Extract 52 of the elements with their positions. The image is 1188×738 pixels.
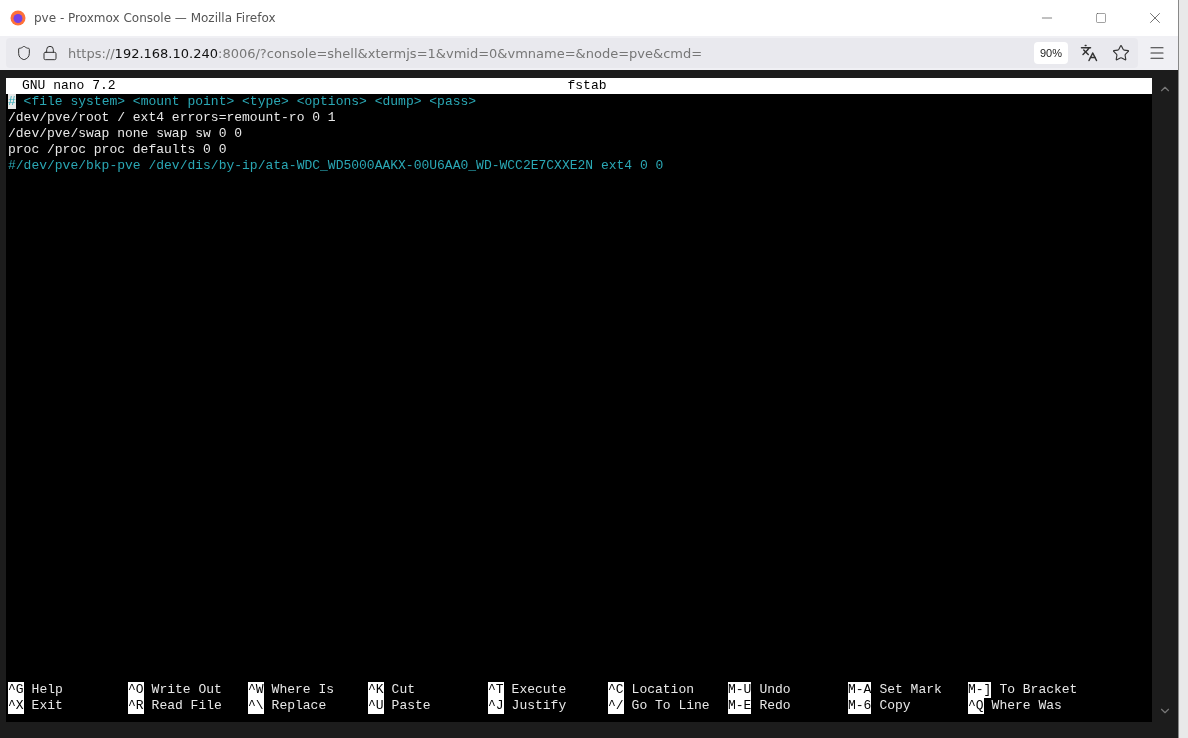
shortcut-label: Read File xyxy=(151,698,222,714)
shortcut-key: ^/ xyxy=(608,698,624,714)
text-line: /dev/pve/swap none swap sw 0 0 xyxy=(7,126,244,142)
shortcut-key: M-U xyxy=(728,682,752,698)
shortcut-key: ^W xyxy=(248,682,264,698)
shortcut-key: M-A xyxy=(848,682,872,698)
shortcut-label: Location xyxy=(631,682,695,698)
text-line: # <file system> <mount point> <type> <options> <dump> <pass> xyxy=(7,94,478,110)
window-title: pve - Proxmox Console — Mozilla Firefox xyxy=(34,11,277,25)
text-line: proc /proc proc defaults 0 0 xyxy=(7,142,228,158)
text-line: #/dev/pve/bkp-pve /dev/dis/by-ip/ata-WDC_WD5000AAKX-00U6AA0_WD-WCC2E7CXXE2N ext4 0 0 xyxy=(7,158,665,174)
zoom-level-button[interactable]: 90% xyxy=(1033,42,1068,64)
translate-icon[interactable] xyxy=(1078,42,1100,64)
shortcut-label: Where Was xyxy=(991,698,1062,714)
shortcut-key: ^O xyxy=(128,682,144,698)
shortcut-key: ^K xyxy=(368,682,384,698)
shortcut-label: Go To Line xyxy=(631,698,710,714)
url-text: https://192.168.10.240:8006/?console=shell&xtermjs=1&vmid=0&vmname=&node=pve&cmd= xyxy=(68,45,704,61)
shortcut-label: Paste xyxy=(391,698,431,714)
shortcut-key: ^J xyxy=(488,698,504,714)
shortcut-key: ^U xyxy=(368,698,384,714)
maximize-icon[interactable] xyxy=(1095,12,1107,24)
shortcut-label: Redo xyxy=(759,698,791,714)
shortcut-key: ^C xyxy=(608,682,624,698)
shortcut-key: ^X xyxy=(8,698,24,714)
shortcut-key: ^Q xyxy=(968,698,984,714)
editor-version: GNU nano 7.2 xyxy=(22,78,117,94)
shortcut-key: ^R xyxy=(128,698,144,714)
shortcut-label: Set Mark xyxy=(879,682,942,698)
shortcut-key: ^\ xyxy=(248,698,264,714)
shortcut-key: M-6 xyxy=(848,698,872,714)
shield-icon[interactable] xyxy=(16,45,32,61)
shortcut-label: Exit xyxy=(31,698,63,714)
shortcut-key: ^G xyxy=(8,682,24,698)
text-line: /dev/pve/root / ext4 errors=remount-ro 0 1 xyxy=(7,110,337,126)
shortcut-label: Replace xyxy=(271,698,327,714)
shortcut-label: Justify xyxy=(511,698,567,714)
terminal-screen[interactable] xyxy=(6,78,1152,722)
shortcut-key: ^T xyxy=(488,682,504,698)
shortcut-key: M-] xyxy=(968,682,992,698)
shortcut-label: Help xyxy=(31,682,63,698)
shortcut-label: Copy xyxy=(879,698,911,714)
shortcut-label: Undo xyxy=(759,682,791,698)
shortcut-label: To Bracket xyxy=(999,682,1078,698)
shortcut-label: Where Is xyxy=(271,682,335,698)
shortcut-label: Cut xyxy=(391,682,415,698)
browser-logo-icon xyxy=(10,10,26,26)
file-name: fstab xyxy=(567,78,607,94)
shortcut-key: M-E xyxy=(728,698,752,714)
address-bar[interactable]: https://192.168.10.240:8006/?console=shell&xtermjs=1&vmid=0&vmname=&node=pve&cmd= 90% xyxy=(6,38,1138,68)
shortcut-label: Execute xyxy=(511,682,567,698)
shortcut-label: Write Out xyxy=(151,682,222,698)
